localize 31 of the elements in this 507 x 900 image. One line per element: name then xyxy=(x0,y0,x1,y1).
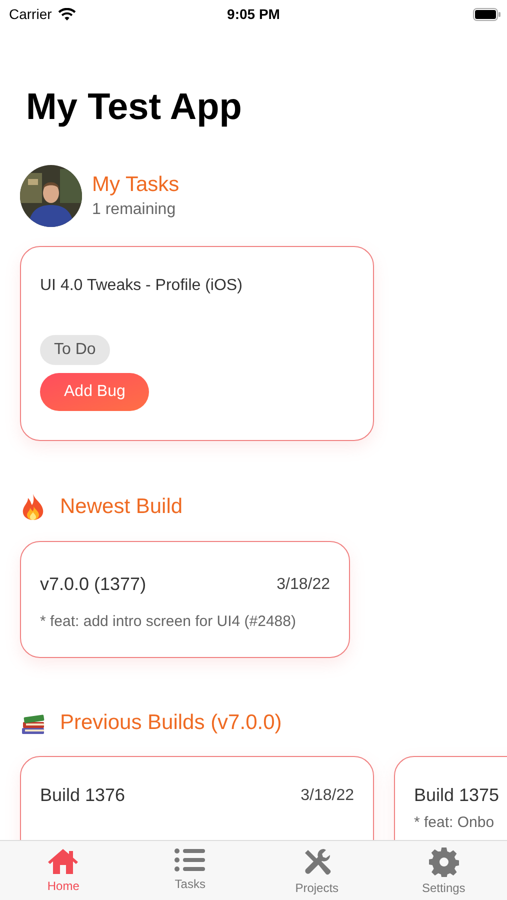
tab-item[interactable]: Settings xyxy=(380,847,507,900)
tab-item[interactable]: Projects xyxy=(254,847,380,900)
build-note: * feat: add intro screen for UI4 (#2488) xyxy=(40,613,297,630)
settings-icon xyxy=(428,847,459,877)
build-card[interactable]: Build 1375 * feat: Onbo xyxy=(394,756,507,840)
tab-item[interactable]: Tasks xyxy=(126,847,254,900)
status-tag: To Do xyxy=(40,335,110,365)
build-card[interactable]: v7.0.0 (1377) 3/18/22 * feat: add intro screen for UI4 (#2488) xyxy=(20,541,350,658)
list-icon xyxy=(174,847,206,873)
section-title: Newest Build xyxy=(60,495,183,519)
build-name: Build 1375 xyxy=(414,785,500,806)
task-name: UI 4.0 Tweaks - Profile (iOS) xyxy=(40,277,242,295)
build-date: 3/18/22 xyxy=(276,576,330,594)
battery-icon xyxy=(473,8,501,20)
build-name: Build 1376 xyxy=(40,785,126,806)
section-title: My Tasks xyxy=(92,173,180,197)
fire-icon xyxy=(20,493,46,521)
add-bug-button[interactable]: Add Bug xyxy=(40,373,150,411)
home-icon xyxy=(47,847,80,875)
wifi-icon xyxy=(58,8,76,20)
build-date: 3/18/22 xyxy=(300,786,354,804)
carrier-label: Carrier xyxy=(9,6,52,22)
build-card[interactable]: Build 1376 3/18/22 xyxy=(20,756,374,840)
clock-time: 9:05 PM xyxy=(227,6,280,22)
task-card[interactable]: UI 4.0 Tweaks - Profile (iOS) To Do Add Bug xyxy=(20,246,374,441)
tab-item[interactable]: Home xyxy=(0,847,127,900)
remaining-count: 1 remaining xyxy=(92,201,177,219)
build-note: * feat: Onbo xyxy=(414,814,496,831)
page-title: My Test App xyxy=(26,86,242,128)
build-name: v7.0.0 (1377) xyxy=(40,574,146,595)
section-title: Previous Builds (v7.0.0) xyxy=(60,711,282,735)
